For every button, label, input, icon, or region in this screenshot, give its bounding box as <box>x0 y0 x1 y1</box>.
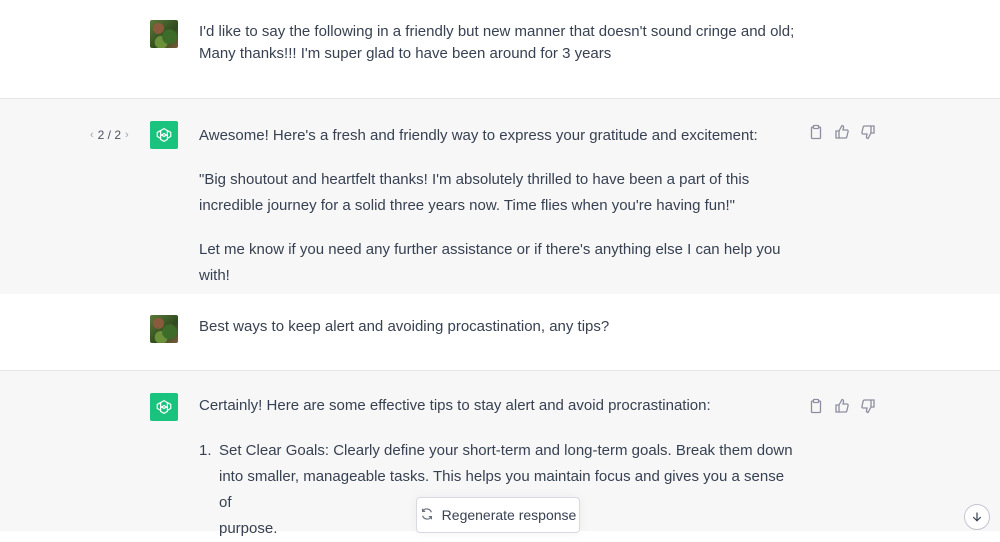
user-avatar <box>150 20 178 48</box>
message-line: I'd like to say the following in a frien… <box>199 23 795 40</box>
pager-count: 2 / 2 <box>97 128 122 142</box>
message-assistant-1: ‹ 2 / 2 › Awesome! Here's a fresh and fr… <box>0 98 1000 295</box>
openai-logo-icon <box>156 127 172 143</box>
message-text: Awesome! Here's a fresh and friendly way… <box>199 123 799 289</box>
assistant-quote-line: incredible journey for a solid three yea… <box>199 197 735 214</box>
assistant-avatar <box>150 121 178 149</box>
refresh-icon <box>420 507 434 524</box>
assistant-quote-line: "Big shoutout and heartfelt thanks! I'm … <box>199 171 750 188</box>
scroll-to-bottom-button[interactable] <box>964 504 990 530</box>
assistant-intro: Awesome! Here's a fresh and friendly way… <box>199 127 758 144</box>
message-text: Best ways to keep alert and avoiding pro… <box>199 316 799 338</box>
openai-logo-icon <box>156 399 172 415</box>
user-avatar <box>150 315 178 343</box>
previous-response-button[interactable]: ‹ <box>90 129 94 141</box>
thumbs-down-icon[interactable] <box>860 398 876 414</box>
response-pager: ‹ 2 / 2 › <box>90 128 129 142</box>
arrow-down-icon <box>972 512 982 522</box>
message-user-2: Best ways to keep alert and avoiding pro… <box>0 294 1000 370</box>
next-response-button[interactable]: › <box>125 129 129 141</box>
clipboard-icon[interactable] <box>808 124 824 140</box>
message-actions <box>808 398 876 414</box>
message-text: I'd like to say the following in a frien… <box>199 21 799 65</box>
assistant-intro: Certainly! Here are some effective tips … <box>199 397 711 414</box>
message-line: Many thanks!!! I'm super glad to have be… <box>199 45 612 62</box>
thumbs-up-icon[interactable] <box>834 124 850 140</box>
assistant-avatar <box>150 393 178 421</box>
message-user-1: I'd like to say the following in a frien… <box>0 0 1000 98</box>
message-line: Best ways to keep alert and avoiding pro… <box>199 318 610 335</box>
list-number: 1. <box>199 442 212 459</box>
message-text: Certainly! Here are some effective tips … <box>199 395 799 417</box>
message-actions <box>808 124 876 140</box>
list-line: Set Clear Goals: Clearly define your sho… <box>219 442 793 459</box>
regenerate-response-button[interactable]: Regenerate response <box>416 497 580 533</box>
thumbs-up-icon[interactable] <box>834 398 850 414</box>
regenerate-label: Regenerate response <box>441 507 577 523</box>
thumbs-down-icon[interactable] <box>860 124 876 140</box>
assistant-closing: Let me know if you need any further assi… <box>199 241 781 284</box>
clipboard-icon[interactable] <box>808 398 824 414</box>
